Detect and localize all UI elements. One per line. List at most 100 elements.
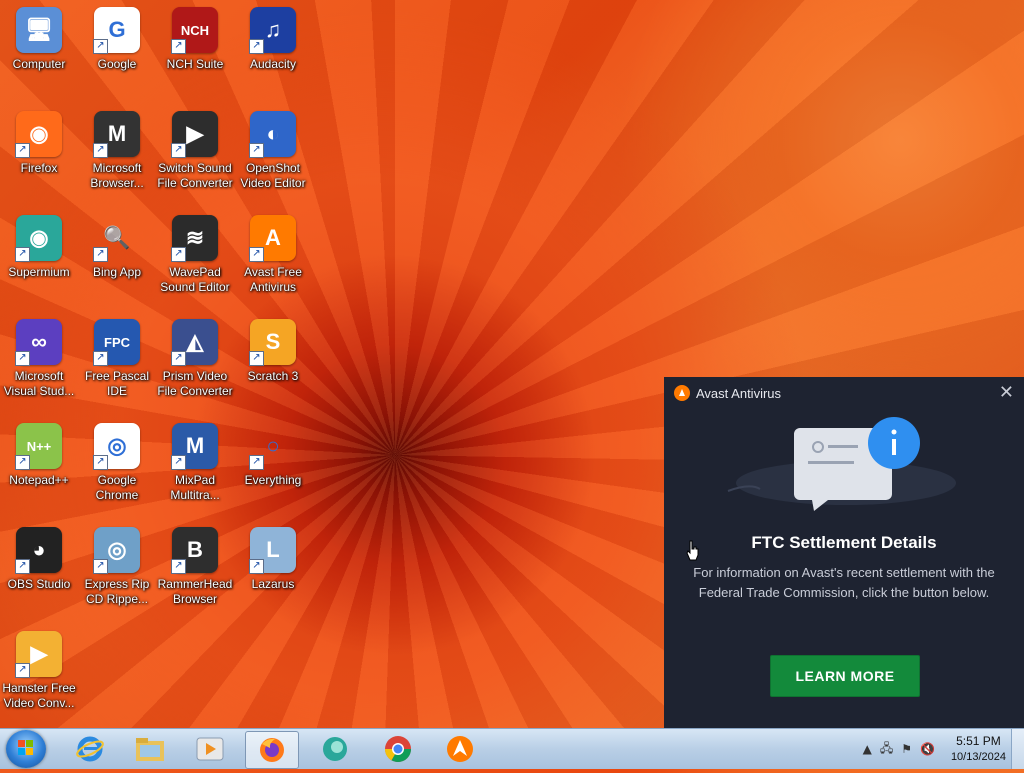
shortcut-arrow-icon: ↗ xyxy=(249,39,264,54)
desktop-icon[interactable]: ◉ ↗ Supermium xyxy=(0,214,79,280)
shortcut-arrow-icon: ↗ xyxy=(171,351,186,366)
taskbar-media-player[interactable] xyxy=(184,731,236,767)
desktop-icon[interactable]: ◉ ↗ Firefox xyxy=(0,110,79,176)
chrome-icon xyxy=(384,736,412,763)
desktop-icon[interactable]: N++ ↗ Notepad++ xyxy=(0,422,79,488)
media-player-icon xyxy=(196,737,224,761)
desktop-icon[interactable]: ≋ ↗ WavePad Sound Editor xyxy=(155,214,235,295)
desktop-icon[interactable]: ▶ ↗ Hamster Free Video Conv... xyxy=(0,630,79,711)
show-hidden-icons-icon[interactable]: ▲ xyxy=(863,742,872,756)
desktop-icon[interactable]: ◕ ↗ OBS Studio xyxy=(0,526,79,592)
wavepad-icon: ≋ ↗ xyxy=(171,214,219,262)
desktop-icon-label: Notepad++ xyxy=(9,473,69,487)
scratch-icon: S ↗ xyxy=(249,318,297,366)
start-button[interactable] xyxy=(6,730,46,768)
desktop-icon-label: Lazarus xyxy=(251,577,295,591)
avast-description: For information on Avast's recent settle… xyxy=(693,565,995,600)
close-icon[interactable]: ✕ xyxy=(999,382,1014,403)
switch-sound-icon: ▶ ↗ xyxy=(171,110,219,158)
taskbar-supermium[interactable] xyxy=(310,731,362,767)
avast-logo-icon xyxy=(674,385,690,401)
desktop-icon-label: Firefox xyxy=(20,161,58,175)
desktop-icon[interactable]: ◭ ↗ Prism Video File Converter xyxy=(155,318,235,399)
avast-icon: A ↗ xyxy=(249,214,297,262)
show-desktop-button[interactable] xyxy=(1011,729,1024,769)
taskbar-chrome[interactable] xyxy=(372,731,424,767)
shortcut-arrow-icon: ↗ xyxy=(93,39,108,54)
desktop-icon[interactable]: S ↗ Scratch 3 xyxy=(233,318,313,384)
everything-icon: ○ ↗ xyxy=(249,422,297,470)
taskbar-internet-explorer[interactable] xyxy=(64,731,116,767)
avast-app-name: Avast Antivirus xyxy=(696,385,782,401)
desktop-icon-label: Supermium xyxy=(8,265,70,279)
hamster-icon: ▶ ↗ xyxy=(15,630,63,678)
taskbar-avast[interactable] xyxy=(434,731,486,767)
desktop-icon-label: Computer xyxy=(12,57,66,71)
desktop-icon[interactable]: ▶ ↗ Switch Sound File Converter xyxy=(155,110,235,191)
avast-heading: FTC Settlement Details xyxy=(751,533,937,552)
clock-time: 5:51 PM xyxy=(956,734,1001,748)
desktop-icon[interactable]: M ↗ Microsoft Browser... xyxy=(77,110,157,191)
internet-explorer-icon xyxy=(76,736,104,762)
clock[interactable]: 5:51 PM 10/13/2024 xyxy=(951,733,1006,765)
taskbar-firefox[interactable] xyxy=(245,731,299,769)
desktop-icon-label: RammerHead Browser xyxy=(157,577,233,606)
shortcut-arrow-icon: ↗ xyxy=(93,247,108,262)
openshot-icon: ◐ ↗ xyxy=(249,110,297,158)
volume-muted-icon[interactable]: 🔇 xyxy=(920,742,935,756)
desktop-icon-label: Free Pascal IDE xyxy=(84,369,150,398)
desktop-icon-label: Hamster Free Video Conv... xyxy=(2,681,76,710)
shortcut-arrow-icon: ↗ xyxy=(93,455,108,470)
microsoft-browser-icon: M ↗ xyxy=(93,110,141,158)
desktop-icon-label: Express Rip CD Rippe... xyxy=(84,577,150,606)
desktop-icon[interactable]: ∞ ↗ Microsoft Visual Stud... xyxy=(0,318,79,399)
shortcut-arrow-icon: ↗ xyxy=(15,351,30,366)
desktop-icon-label: OBS Studio xyxy=(7,577,71,591)
icon-glyph: 🖥 xyxy=(16,7,62,53)
desktop-icon[interactable]: A ↗ Avast Free Antivirus xyxy=(233,214,313,295)
desktop-icon-label: Microsoft Visual Stud... xyxy=(3,369,75,398)
action-center-flag-icon[interactable]: ⚑ xyxy=(901,742,912,756)
shortcut-arrow-icon: ↗ xyxy=(93,559,108,574)
taskbar: ▲ 🖧 ⚑ 🔇 5:51 PM 10/13/2024 xyxy=(0,728,1024,769)
lazarus-icon: L ↗ xyxy=(249,526,297,574)
desktop-icon[interactable]: 🔍 ↗ Bing App xyxy=(77,214,157,280)
desktop-icon-label: Microsoft Browser... xyxy=(90,161,144,190)
desktop-icon-label: Google xyxy=(97,57,137,71)
desktop-icon[interactable]: 🖥 Computer xyxy=(0,6,79,72)
nch-suite-icon: NCH ↗ xyxy=(171,6,219,54)
obs-icon: ◕ ↗ xyxy=(15,526,63,574)
desktop-icon-label: Bing App xyxy=(92,265,142,279)
shortcut-arrow-icon: ↗ xyxy=(249,559,264,574)
shortcut-arrow-icon: ↗ xyxy=(15,455,30,470)
desktop-icon[interactable]: M ↗ MixPad Multitra... xyxy=(155,422,235,503)
desktop-icon[interactable]: G ↗ Google xyxy=(77,6,157,72)
visual-studio-icon: ∞ ↗ xyxy=(15,318,63,366)
shortcut-arrow-icon: ↗ xyxy=(93,143,108,158)
desktop-icon-label: WavePad Sound Editor xyxy=(160,265,230,294)
file-explorer-icon xyxy=(136,738,164,761)
desktop-icon[interactable]: ◎ ↗ Google Chrome xyxy=(77,422,157,503)
chrome-icon: ◎ ↗ xyxy=(93,422,141,470)
learn-more-button[interactable]: LEARN MORE xyxy=(770,655,920,697)
desktop-icon[interactable]: NCH ↗ NCH Suite xyxy=(155,6,235,72)
firefox-icon xyxy=(260,738,284,762)
avast-header: Avast Antivirus xyxy=(674,385,781,401)
system-tray: ▲ 🖧 ⚑ 🔇 5:51 PM 10/13/2024 xyxy=(859,729,1006,769)
rammerhead-icon: B ↗ xyxy=(171,526,219,574)
firefox-icon: ◉ ↗ xyxy=(15,110,63,158)
desktop-icon[interactable]: ◎ ↗ Express Rip CD Rippe... xyxy=(77,526,157,607)
desktop-icon[interactable]: L ↗ Lazarus xyxy=(233,526,313,592)
desktop-icon-label: OpenShot Video Editor xyxy=(240,161,306,190)
avast-icon xyxy=(447,736,473,762)
shortcut-arrow-icon: ↗ xyxy=(15,559,30,574)
desktop-icon[interactable]: B ↗ RammerHead Browser xyxy=(155,526,235,607)
network-icon[interactable]: 🖧 xyxy=(880,739,893,760)
taskbar-file-explorer[interactable] xyxy=(124,731,176,767)
desktop-icon[interactable]: ♫ ↗ Audacity xyxy=(233,6,313,72)
desktop-icon[interactable]: ◐ ↗ OpenShot Video Editor xyxy=(233,110,313,191)
desktop-icon[interactable]: FPC ↗ Free Pascal IDE xyxy=(77,318,157,399)
shortcut-arrow-icon: ↗ xyxy=(171,39,186,54)
desktop-icon[interactable]: ○ ↗ Everything xyxy=(233,422,313,488)
shortcut-arrow-icon: ↗ xyxy=(93,351,108,366)
